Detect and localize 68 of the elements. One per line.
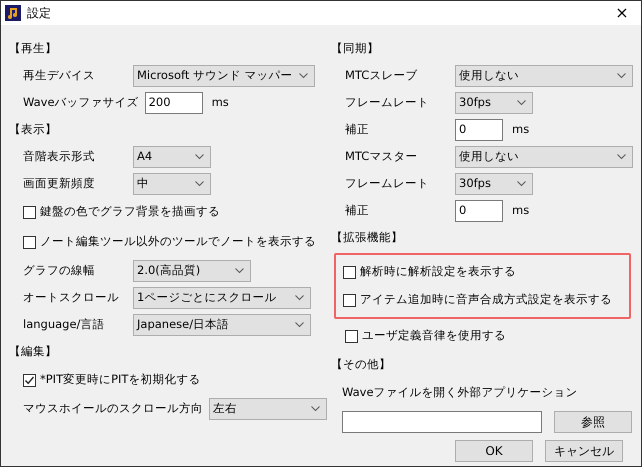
field-label: 補正 <box>345 120 370 138</box>
checkbox[interactable] <box>23 374 36 386</box>
dropdown[interactable]: Japanese/日本語 <box>133 314 311 336</box>
caret-icon <box>295 322 304 328</box>
section-heading: 【拡張機能】 <box>331 228 404 246</box>
dropdown[interactable]: A4 <box>133 146 211 168</box>
checkbox-label: 鍵盤の色でグラフ背景を描画する <box>40 203 220 220</box>
input-field[interactable]: 200 <box>144 92 203 114</box>
checkbox-label: ユーザ定義音律を使用する <box>362 327 506 344</box>
field-label: グラフの線幅 <box>23 262 96 279</box>
checkbox-label: アイテム追加時に音声合成方式設定を表示する <box>360 291 612 308</box>
dropdown[interactable]: 使用しない <box>455 64 633 86</box>
field-label: オートスクロール <box>23 288 120 306</box>
caret-icon <box>295 294 304 300</box>
caret-icon <box>517 180 526 186</box>
unit-label: ms <box>212 94 229 111</box>
checkbox[interactable] <box>343 266 356 278</box>
dialog-button[interactable]: キャンセル <box>545 440 623 462</box>
field-label: フレームレート <box>345 94 430 111</box>
dropdown[interactable]: 左右 <box>209 398 327 420</box>
window-title: 設定 <box>27 5 51 22</box>
close-button[interactable]: × <box>607 3 637 23</box>
unit-label: ms <box>512 120 530 138</box>
unit-label: ms <box>512 202 530 219</box>
section-heading: 【その他】 <box>331 356 392 373</box>
field-label: 音階表示形式 <box>23 148 96 165</box>
checkbox[interactable] <box>345 330 358 342</box>
section-heading: 【再生】 <box>9 40 58 57</box>
caret-icon <box>311 406 320 412</box>
dropdown[interactable]: 使用しない <box>455 146 633 168</box>
dropdown[interactable]: Microsoft サウンド マッパー <box>133 64 315 86</box>
field-label: language/言語 <box>23 316 106 333</box>
field-label: 画面更新頻度 <box>23 174 96 192</box>
dropdown[interactable]: 30fps <box>455 172 533 194</box>
dropdown[interactable]: 2.0(高品質) <box>133 260 251 282</box>
dropdown[interactable]: 30fps <box>455 92 533 114</box>
field-label: 補正 <box>345 202 370 219</box>
caret-icon <box>299 72 308 78</box>
field-label: Waveバッファサイズ <box>23 94 140 111</box>
checkbox[interactable] <box>23 206 36 218</box>
caret-icon <box>517 100 526 106</box>
field-label: MTCマスター <box>345 148 418 165</box>
app-icon <box>5 5 21 21</box>
input-field[interactable]: 0 <box>455 200 503 222</box>
field-label: 再生デバイス <box>23 66 96 84</box>
caret-icon <box>235 268 244 274</box>
input-field[interactable]: 0 <box>455 118 503 140</box>
caret-icon <box>195 180 204 186</box>
field-label: MTCスレーブ <box>345 66 418 84</box>
field-label: Waveファイルを開く外部アプリケーション <box>342 384 578 402</box>
checkbox-label: 解析時に解析設定を表示する <box>360 263 516 280</box>
field-label: マウスホイールのスクロール方向 <box>23 400 204 417</box>
field-label: フレームレート <box>345 174 430 192</box>
dialog-button[interactable]: OK <box>455 440 533 462</box>
dropdown[interactable]: 1ページごとにスクロール <box>133 286 311 308</box>
path-field[interactable] <box>342 411 542 433</box>
section-heading: 【同期】 <box>331 40 380 57</box>
section-heading: 【編集】 <box>9 342 58 360</box>
caret-icon <box>195 154 204 160</box>
checkbox-label: *PIT変更時にPITを初期化する <box>40 371 200 388</box>
checkbox[interactable] <box>343 294 356 306</box>
browse-button[interactable]: 参照 <box>554 411 632 433</box>
section-heading: 【表示】 <box>9 120 58 138</box>
checkbox[interactable] <box>23 236 36 248</box>
dropdown[interactable]: 中 <box>133 172 211 194</box>
caret-icon <box>617 72 626 78</box>
checkbox-label: ノート編集ツール以外のツールでノートを表示する <box>40 233 316 250</box>
caret-icon <box>617 154 626 160</box>
